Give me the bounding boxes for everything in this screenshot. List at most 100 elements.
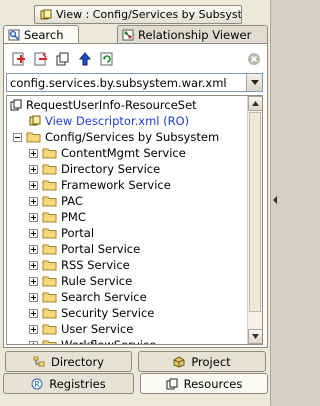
stop-icon	[247, 52, 261, 69]
view-icon	[40, 9, 52, 21]
project-icon	[173, 355, 185, 368]
resources-icon	[166, 378, 178, 390]
expand-toggle[interactable]	[29, 196, 38, 206]
expand-toggle[interactable]	[29, 276, 38, 286]
expand-toggle[interactable]	[29, 292, 38, 302]
tree-item[interactable]: Framework Service	[29, 177, 171, 193]
tree-item-label: ContentMgmt Service	[61, 146, 186, 160]
tab-search-label: Search	[24, 27, 64, 42]
folder-icon	[42, 179, 57, 191]
expand-toggle[interactable]	[29, 308, 38, 318]
remove-icon	[34, 52, 48, 69]
tree-item[interactable]: PAC	[29, 193, 83, 209]
tab-registries[interactable]: R Registries	[3, 373, 134, 394]
folder-icon	[42, 339, 57, 344]
top-tab-strip: Search Relationship Viewer	[3, 25, 268, 43]
chevron-down-icon[interactable]	[246, 74, 262, 91]
folder-icon	[42, 323, 57, 335]
tree-item-label: PAC	[61, 194, 83, 208]
tree-item-label: Portal Service	[61, 242, 141, 256]
expand-toggle[interactable]	[29, 228, 38, 238]
tree-descriptor[interactable]: View Descriptor.xml (RO)	[29, 113, 189, 129]
tree-item[interactable]: RSS Service	[29, 257, 130, 273]
tree-item-label: WorkflowService	[61, 338, 156, 344]
tree-item-label: Rule Service	[61, 274, 133, 288]
tree-folder-node[interactable]: Config/Services by Subsystem	[13, 129, 219, 145]
move-up-button[interactable]	[76, 51, 94, 69]
tree-item[interactable]: WorkflowService	[29, 337, 156, 344]
expand-toggle[interactable]	[29, 244, 38, 254]
tree-item[interactable]: Search Service	[29, 289, 147, 305]
expand-toggle[interactable]	[29, 212, 38, 222]
expand-toggle[interactable]	[29, 148, 38, 158]
copy-button[interactable]	[54, 51, 72, 69]
tree-item[interactable]: Security Service	[29, 305, 154, 321]
tab-relationship-viewer[interactable]: Relationship Viewer	[117, 25, 268, 43]
folder-icon	[42, 163, 57, 175]
expand-toggle[interactable]	[29, 260, 38, 270]
tree-descriptor-label: View Descriptor.xml (RO)	[45, 114, 190, 128]
tab-resources-label: Resources	[183, 376, 243, 391]
tree-item[interactable]: Rule Service	[29, 273, 132, 289]
svg-text:R: R	[34, 380, 40, 389]
tree-item-label: Framework Service	[61, 178, 171, 192]
resource-set-icon	[10, 99, 22, 111]
tree-item[interactable]: Directory Service	[29, 161, 160, 177]
chevron-left-icon[interactable]	[273, 196, 277, 204]
tree-item[interactable]: ContentMgmt Service	[29, 145, 186, 161]
refresh-button[interactable]	[98, 51, 116, 69]
folder-icon	[42, 243, 57, 255]
tree-item-label: User Service	[61, 322, 134, 336]
toolbar	[10, 50, 263, 70]
folder-icon	[42, 275, 57, 287]
view-title: View : Config/Services by Subsystem	[56, 8, 242, 21]
tree-item-label: RSS Service	[61, 258, 130, 272]
tree-item-label: Portal	[61, 226, 95, 240]
tree-item-label: Directory Service	[61, 162, 161, 176]
folder-icon	[42, 227, 57, 239]
expand-toggle[interactable]	[29, 324, 38, 334]
bottom-tab-strip: Directory Project R Registries Resources	[0, 350, 270, 406]
folder-icon	[26, 131, 41, 143]
tree-root[interactable]: RequestUserInfo-ResourceSet	[10, 97, 197, 113]
scroll-thumb[interactable]	[249, 112, 261, 312]
tree-item[interactable]: Portal	[29, 225, 94, 241]
scroll-down-button[interactable]	[248, 329, 262, 344]
collapse-toggle[interactable]	[13, 132, 22, 142]
tree-scrollbar[interactable]	[247, 96, 262, 344]
expand-toggle[interactable]	[29, 164, 38, 174]
folder-icon	[42, 147, 57, 159]
expand-toggle[interactable]	[29, 180, 38, 190]
tab-resources[interactable]: Resources	[140, 373, 268, 394]
stop-button[interactable]	[245, 51, 263, 69]
search-icon	[8, 29, 20, 41]
folder-icon	[42, 259, 57, 271]
folder-icon	[42, 307, 57, 319]
remove-button[interactable]	[32, 51, 50, 69]
add-icon	[12, 52, 26, 69]
tab-directory[interactable]: Directory	[5, 351, 132, 372]
tree-item[interactable]: Portal Service	[29, 241, 140, 257]
expand-toggle[interactable]	[29, 340, 38, 344]
tree-folder-label: Config/Services by Subsystem	[45, 130, 220, 144]
tree-item-label: PMC	[61, 210, 86, 224]
descriptor-icon	[29, 115, 41, 127]
tab-search[interactable]: Search	[3, 25, 79, 43]
tab-project-label: Project	[191, 354, 231, 369]
add-button[interactable]	[10, 51, 28, 69]
tab-directory-label: Directory	[50, 354, 104, 369]
tab-relationship-viewer-label: Relationship Viewer	[138, 27, 252, 42]
folder-icon	[42, 291, 57, 303]
descriptor-select[interactable]: config.services.by.subsystem.war.xml	[6, 73, 263, 92]
scroll-up-button[interactable]	[248, 96, 262, 111]
tree-item[interactable]: PMC	[29, 209, 86, 225]
tab-project[interactable]: Project	[138, 351, 266, 372]
resource-panel: View : Config/Services by Subsystem Sear…	[0, 0, 270, 406]
side-collapse-rail[interactable]	[270, 0, 279, 406]
tree-item[interactable]: User Service	[29, 321, 133, 337]
folder-icon	[42, 195, 57, 207]
tree-viewport: RequestUserInfo-ResourceSet View Descrip…	[7, 96, 247, 344]
relationship-icon	[122, 29, 134, 41]
move-up-icon	[78, 51, 92, 69]
resource-tree[interactable]: RequestUserInfo-ResourceSet View Descrip…	[6, 95, 263, 345]
